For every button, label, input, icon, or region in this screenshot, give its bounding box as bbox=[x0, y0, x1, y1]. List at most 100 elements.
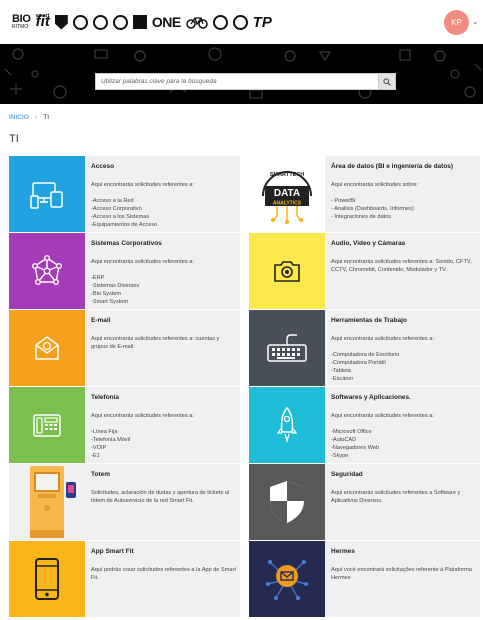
service-card-sistemas-corporativos[interactable]: Sistemas Corporativos Aqui encontrarás s… bbox=[9, 233, 240, 309]
search-button[interactable] bbox=[378, 74, 395, 89]
bio-logo-subtext: RITMO bbox=[12, 23, 29, 30]
service-card-area-de-datos[interactable]: SMARTTECH DATA ANALYTICS Área de datos (… bbox=[249, 156, 480, 232]
card-body: Herramientas de Trabajo Aqui encontrarás… bbox=[331, 317, 477, 383]
square-brand-icon[interactable] bbox=[132, 15, 147, 29]
breadcrumb-current: TI bbox=[43, 114, 49, 121]
service-card-seguridad[interactable]: Seguridad Aqui encontrarás solicitudes r… bbox=[249, 464, 480, 540]
service-card-totem[interactable]: Totem Solicitudes, aclaración de dudas y… bbox=[9, 464, 240, 540]
card-title: Herramientas de Trabajo bbox=[331, 317, 407, 324]
search-input[interactable] bbox=[96, 74, 378, 89]
service-card-telefonia[interactable]: Telefonía Aqui encontrarás solicitudes r… bbox=[9, 387, 240, 463]
card-tile-acceso bbox=[9, 156, 85, 232]
card-item: -Sistemas Diversos bbox=[91, 283, 140, 289]
shield-icon bbox=[270, 481, 304, 523]
card-tile-hermes bbox=[249, 541, 325, 617]
card-description: Aqui encontrarás solicitudes referentes … bbox=[91, 182, 194, 188]
card-item-list: -Acceso a la Red -Acceso Corporativo -Ac… bbox=[91, 197, 237, 229]
apple-brand-icon[interactable] bbox=[212, 14, 228, 30]
card-body: E-mail Aqui encontrarás solicitudes refe… bbox=[91, 317, 237, 351]
kiosk-icon bbox=[30, 466, 76, 538]
card-description: Aqui encontrarás solicitudes sobre: bbox=[331, 182, 419, 188]
card-description: Aqui encontrarás solicitudes referentes … bbox=[91, 413, 194, 419]
card-item: -VOIP bbox=[91, 445, 107, 451]
card-title: Telefonía bbox=[91, 394, 120, 401]
card-title: Hermes bbox=[331, 548, 355, 555]
card-item: -Equipamientos de Acceso bbox=[91, 222, 158, 228]
shield-brand-icon[interactable] bbox=[54, 14, 68, 30]
breadcrumb-home-link[interactable]: INICIO bbox=[9, 114, 29, 121]
tp-brand-logo[interactable]: TP bbox=[253, 14, 272, 31]
service-card-app-smart-fit[interactable]: App Smart Fit Aquí podrás crear solicitu… bbox=[9, 541, 240, 617]
one-brand-logo[interactable]: ONE bbox=[152, 14, 181, 30]
card-item: -Computadora Portátil bbox=[331, 360, 386, 366]
card-description: Aqui encontrarás solicitudes referentes … bbox=[331, 336, 434, 342]
service-card-softwares[interactable]: Softwares y Aplicaciones. Aqui encontrar… bbox=[249, 387, 480, 463]
tile-main-text: DATA bbox=[274, 188, 300, 199]
service-card-audio-video[interactable]: Audio, Video y Cámaras Aqui encontrarás … bbox=[249, 233, 480, 309]
card-tile-herramientas bbox=[249, 310, 325, 386]
card-body: Hermes Aquí vocè encontrará solicitações… bbox=[331, 548, 477, 582]
breadcrumb-separator: › bbox=[34, 114, 38, 121]
search-bar bbox=[95, 73, 396, 90]
card-item: -Escáner bbox=[331, 376, 354, 382]
card-description: Aqui encontrarás solicitudes referentes … bbox=[331, 259, 472, 273]
card-title: Totem bbox=[91, 471, 111, 478]
card-title: Audio, Video y Cámaras bbox=[331, 240, 406, 247]
card-item: -ERP bbox=[91, 275, 105, 281]
card-tile-telefonia bbox=[9, 387, 85, 463]
service-card-herramientas[interactable]: Herramientas de Trabajo Aqui encontrarás… bbox=[249, 310, 480, 386]
brand-logos: BIO RITMO smart fit ONE TP bbox=[12, 10, 272, 34]
smart-fit-logo-subtext: smart bbox=[35, 13, 50, 19]
lightning-brand-icon[interactable] bbox=[72, 14, 88, 30]
tile-brand-text: SMARTTECH bbox=[270, 172, 305, 178]
card-title: Softwares y Aplicaciones. bbox=[331, 394, 411, 401]
bio-logo-text: BIO bbox=[12, 12, 31, 25]
leaf-brand-icon[interactable] bbox=[92, 14, 108, 30]
card-body: Área de datos (BI e ingeniería de datos)… bbox=[331, 163, 477, 221]
camera-icon bbox=[274, 261, 300, 282]
card-description: Aqui encontrarás solicitudes referentes … bbox=[91, 259, 194, 265]
card-description: Aqui encontrarás solicitudes referentes … bbox=[331, 490, 461, 504]
card-item: - Integraciones de datos bbox=[331, 214, 392, 220]
data-analytics-icon: SMARTTECH DATA ANALYTICS bbox=[262, 171, 312, 224]
service-card-hermes[interactable]: Hermes Aquí vocè encontrará solicitações… bbox=[249, 541, 480, 617]
card-body: App Smart Fit Aquí podrás crear solicitu… bbox=[91, 548, 237, 582]
card-item: -Acceso Corporativo bbox=[91, 206, 142, 212]
service-card-email[interactable]: E-mail Aqui encontrarás solicitudes refe… bbox=[9, 310, 240, 386]
smartphone-icon bbox=[35, 558, 59, 600]
card-item-list: -Línea Fija -Telefonía Móvil -VOIP -E1 bbox=[91, 428, 237, 460]
smart-fit-logo[interactable]: smart fit bbox=[36, 13, 50, 30]
chevron-down-icon[interactable]: ⌄ bbox=[472, 17, 479, 26]
card-item: -Navegadores Web bbox=[331, 445, 380, 451]
service-card-acceso[interactable]: Acceso Aqui encontrarás solicitudes refe… bbox=[9, 156, 240, 232]
card-tile-seguridad bbox=[249, 464, 325, 540]
card-item: -E1 bbox=[91, 453, 100, 459]
card-item: -Smart System bbox=[91, 299, 128, 305]
tile-sub-text: ANALYTICS bbox=[273, 201, 302, 207]
rocket-icon bbox=[276, 406, 298, 444]
bike-brand-icon[interactable] bbox=[185, 15, 208, 29]
devices-icon bbox=[30, 182, 63, 209]
card-item-list: -Microsoft Office -AutoCAD -Navegadores … bbox=[331, 428, 477, 460]
keyboard-icon bbox=[267, 334, 307, 362]
bio-ritmo-logo[interactable]: BIO RITMO bbox=[12, 12, 31, 30]
card-body: Softwares y Aplicaciones. Aqui encontrar… bbox=[331, 394, 477, 460]
k-brand-icon[interactable] bbox=[232, 14, 248, 30]
swirl-brand-icon[interactable] bbox=[112, 14, 128, 30]
card-tile-app-smart-fit bbox=[9, 541, 85, 617]
network-icon bbox=[32, 255, 63, 286]
card-item-list: - PowerBI - Analisis (Dashboards, Inform… bbox=[331, 197, 477, 221]
card-description: Aqui encontrarás solicitudes referentes … bbox=[91, 336, 220, 350]
card-tile-audio-video bbox=[249, 233, 325, 309]
card-tile-sistemas-corporativos bbox=[9, 233, 85, 309]
avatar[interactable]: KP bbox=[444, 10, 469, 35]
email-icon bbox=[35, 336, 59, 360]
card-body: Seguridad Aqui encontrarás solicitudes r… bbox=[331, 471, 477, 505]
card-description: Aqui encontrarás solicitudes referentes … bbox=[331, 413, 434, 419]
page-title: TI bbox=[9, 133, 19, 145]
card-item: -Computadora de Escritorio bbox=[331, 352, 400, 358]
card-title: Área de datos (BI e ingeniería de datos) bbox=[331, 163, 454, 170]
card-body: Telefonía Aqui encontrarás solicitudes r… bbox=[91, 394, 237, 460]
card-body: Totem Solicitudes, aclaración de dudas y… bbox=[91, 471, 237, 505]
card-item-list: -Computadora de Escritorio -Computadora … bbox=[331, 351, 477, 383]
